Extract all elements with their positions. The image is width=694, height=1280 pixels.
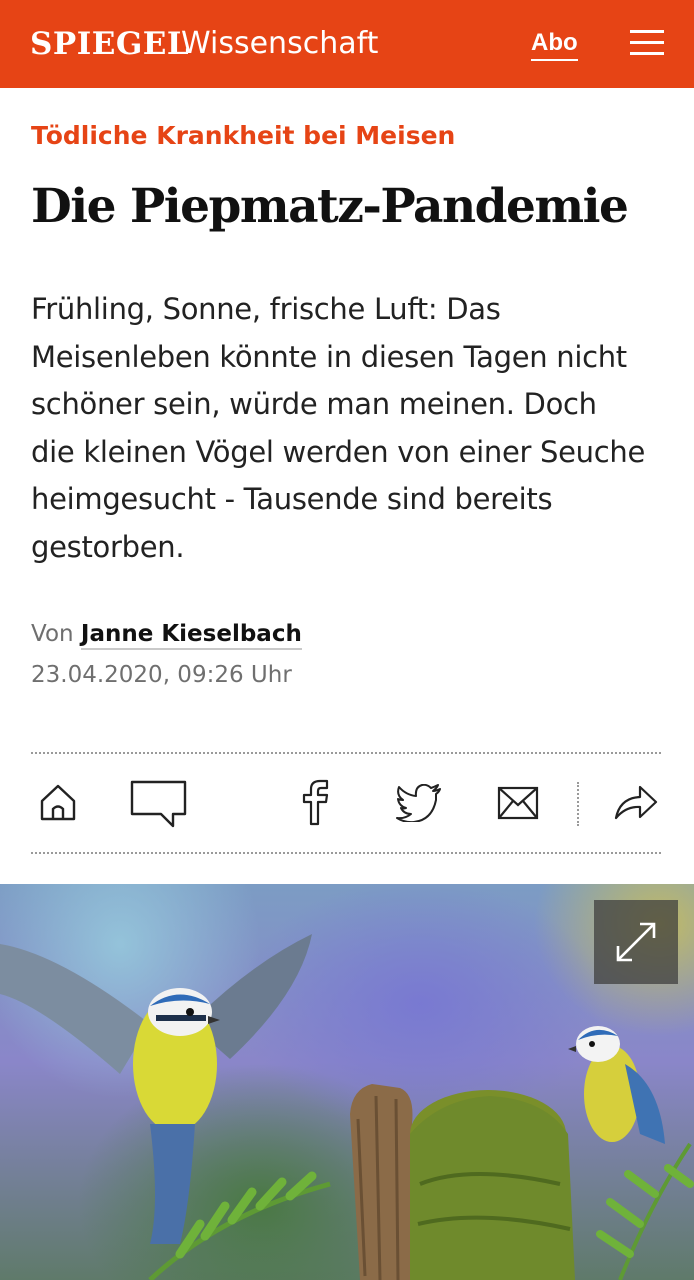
article-kicker: Tödliche Krankheit bei Meisen <box>31 121 456 150</box>
comment-icon[interactable] <box>130 780 188 830</box>
publish-date: 23.04.2020, 09:26 Uhr <box>31 662 292 688</box>
expand-button[interactable] <box>594 900 678 984</box>
hero-image[interactable] <box>0 884 694 1280</box>
byline-prefix: Von <box>31 621 74 647</box>
teaser-line: heimgesucht - Tausende sind bereits <box>31 482 553 516</box>
site-header: SPIEGEL Wissenschaft Abo <box>0 0 694 88</box>
hamburger-menu-icon[interactable] <box>630 30 664 56</box>
byline: Von Janne Kieselbach <box>31 618 302 650</box>
article-teaser: Frühling, Sonne, frische Luft: Das Meise… <box>31 286 671 571</box>
abo-link[interactable]: Abo <box>531 28 578 61</box>
teaser-line: Meisenleben könnte in diesen Tagen nicht <box>31 339 627 374</box>
teaser-line: gestorben. <box>31 529 185 564</box>
article-headline: Die Piepmatz-Pandemie <box>31 179 629 234</box>
facebook-icon[interactable] <box>300 778 334 826</box>
teaser-line: Frühling, Sonne, frische Luft: Das <box>31 292 501 326</box>
toolbar-separator <box>577 782 579 826</box>
share-icon[interactable] <box>614 784 658 822</box>
mail-icon[interactable] <box>497 786 539 820</box>
spiegel-logo[interactable]: SPIEGEL <box>30 24 189 64</box>
section-name[interactable]: Wissenschaft <box>181 24 378 64</box>
divider <box>31 752 661 754</box>
author-link[interactable]: Janne Kieselbach <box>80 621 302 650</box>
divider <box>31 852 661 854</box>
expand-icon <box>616 922 656 962</box>
teaser-line: die kleinen Vögel werden von einer Seuch… <box>31 434 646 469</box>
home-icon[interactable] <box>38 782 78 822</box>
twitter-icon[interactable] <box>396 784 442 822</box>
blue-tits-illustration <box>0 934 694 1280</box>
teaser-line: schöner sein, würde man meinen. Doch <box>31 387 597 421</box>
